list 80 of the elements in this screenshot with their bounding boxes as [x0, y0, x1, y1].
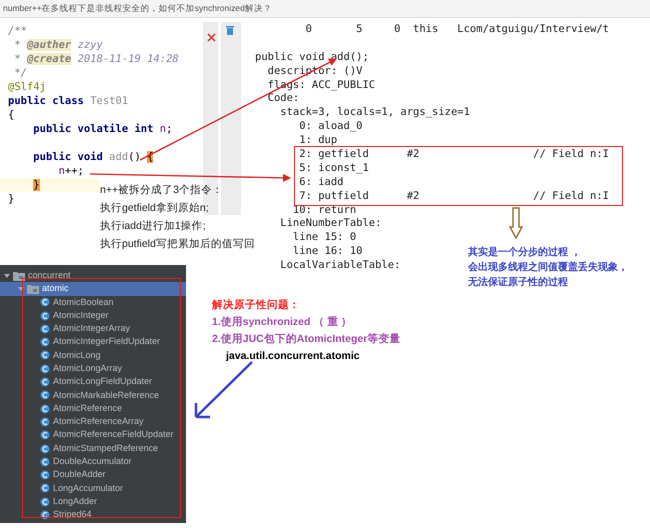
note-text: 无法保证原子性的过程	[468, 276, 568, 290]
class-icon	[40, 297, 50, 308]
code-line: n++;	[58, 165, 84, 177]
code-line: public class Test01	[8, 95, 128, 107]
note-text: 执行putfield写把累加后的值写回	[100, 237, 255, 251]
bytecode-line: 6: iadd	[298, 176, 344, 190]
class-icon	[40, 430, 50, 440]
class-icon	[40, 364, 50, 374]
trash-icon[interactable]	[226, 25, 234, 35]
bytecode-line: line 15: 0	[292, 231, 356, 246]
bytecode-line: 7: putfield #2 // Field n:I	[298, 190, 610, 204]
tree-item[interactable]: AtomicReference	[0, 402, 186, 416]
package-name: java.util.concurrent.atomic	[226, 349, 360, 363]
code-line: }	[8, 193, 14, 205]
class-icon	[40, 470, 50, 480]
solution-heading: 解决原子性问题：	[212, 298, 300, 312]
bytecode-line: 0: aload_0	[298, 120, 362, 134]
code-line: {	[8, 109, 14, 121]
bytecode-line: Code:	[266, 92, 300, 106]
tree-item[interactable]: LongAccumulator	[0, 482, 186, 496]
package-folder-icon	[27, 284, 39, 294]
class-icon	[40, 456, 50, 467]
tree-item[interactable]: concurrent	[0, 269, 186, 282]
class-icon	[40, 310, 50, 321]
class-icon	[40, 324, 50, 334]
class-icon	[40, 390, 50, 400]
bytecode-line: 2: getfield #2 // Field n:I	[298, 148, 610, 162]
note-text: 其实是一个分步的过程 ，	[468, 246, 581, 260]
expanded-arrow-icon[interactable]	[18, 286, 24, 292]
code-line: */	[13, 67, 27, 79]
tree-item[interactable]: AtomicLong	[0, 348, 186, 362]
tree-item[interactable]: DoubleAccumulator	[0, 455, 186, 468]
title-bar: number++在多线程下是非线程安全的，如何不加synchronized解决？	[0, 0, 650, 18]
note-text: 执行iadd进行加1操作;	[100, 219, 206, 233]
code-line: @Slf4j	[8, 81, 46, 93]
package-folder-icon	[13, 270, 25, 281]
class-icon	[40, 337, 50, 348]
solution-item: 2.使用JUC包下的AtomicInteger等变量	[212, 332, 400, 346]
close-icon[interactable]	[207, 33, 216, 42]
bytecode-line: LineNumberTable:	[279, 217, 382, 232]
class-icon	[40, 377, 50, 388]
class-icon	[40, 444, 50, 454]
down-arrow-icon	[509, 207, 523, 239]
code-line: public volatile int n;	[32, 123, 172, 135]
tree-item[interactable]: AtomicIntegerArray	[0, 322, 186, 336]
solution-item: 1.使用synchronized （ 重 ）	[212, 315, 352, 329]
bytecode-line: 1: dup	[298, 134, 338, 148]
tree-item[interactable]: LongAdder	[0, 495, 186, 508]
bytecode-line: line 16: 10	[292, 245, 362, 260]
code-line: * @create 2018-11-19 14:28	[13, 53, 179, 65]
class-icon	[40, 496, 50, 507]
bytecode-line: stack=3, locals=1, args_size=1	[279, 106, 470, 120]
arrow	[194, 360, 254, 418]
class-icon	[40, 483, 50, 494]
class-icon	[40, 350, 50, 360]
bytecode-line: LocalVariableTable:	[279, 259, 400, 274]
class-icon	[40, 510, 50, 520]
note-text: 会出现多线程之间值覆盖丢失现象，	[468, 261, 628, 275]
tree-item[interactable]: AtomicReferenceArray	[0, 415, 186, 429]
bytecode-line: 0 5 0 this Lcom/atguigu/Interview/t	[304, 23, 610, 37]
tree-item[interactable]: atomic	[0, 282, 186, 296]
bytecode-line: public void add();	[255, 50, 369, 65]
tree-item[interactable]: AtomicMarkableReference	[0, 388, 186, 402]
tree-item[interactable]: AtomicIntegerFieldUpdater	[0, 335, 186, 349]
tree-item[interactable]: AtomicInteger	[0, 308, 186, 322]
tree-item[interactable]: Striped64	[0, 508, 186, 522]
class-icon	[40, 416, 50, 427]
class-icon	[40, 404, 50, 414]
tree-item[interactable]: AtomicBoolean	[0, 296, 186, 309]
note-text: 执行getfield拿到原始n;	[100, 201, 209, 215]
code-line: * @auther zzyy	[13, 39, 103, 51]
bytecode-line: 5: iconst_1	[298, 162, 369, 176]
tree-item[interactable]: AtomicLongFieldUpdater	[0, 375, 186, 389]
tree-item[interactable]: DoubleAdder	[0, 468, 186, 482]
tree-item[interactable]: AtomicReferenceFieldUpdater	[0, 428, 186, 442]
expanded-arrow-icon[interactable]	[4, 272, 10, 279]
tree-item[interactable]: AtomicStampedReference	[0, 442, 186, 456]
code-line: /**	[8, 25, 27, 37]
tree-item[interactable]: AtomicLongArray	[0, 362, 186, 376]
note-text: n++被拆分成了3个指令：	[100, 183, 223, 197]
